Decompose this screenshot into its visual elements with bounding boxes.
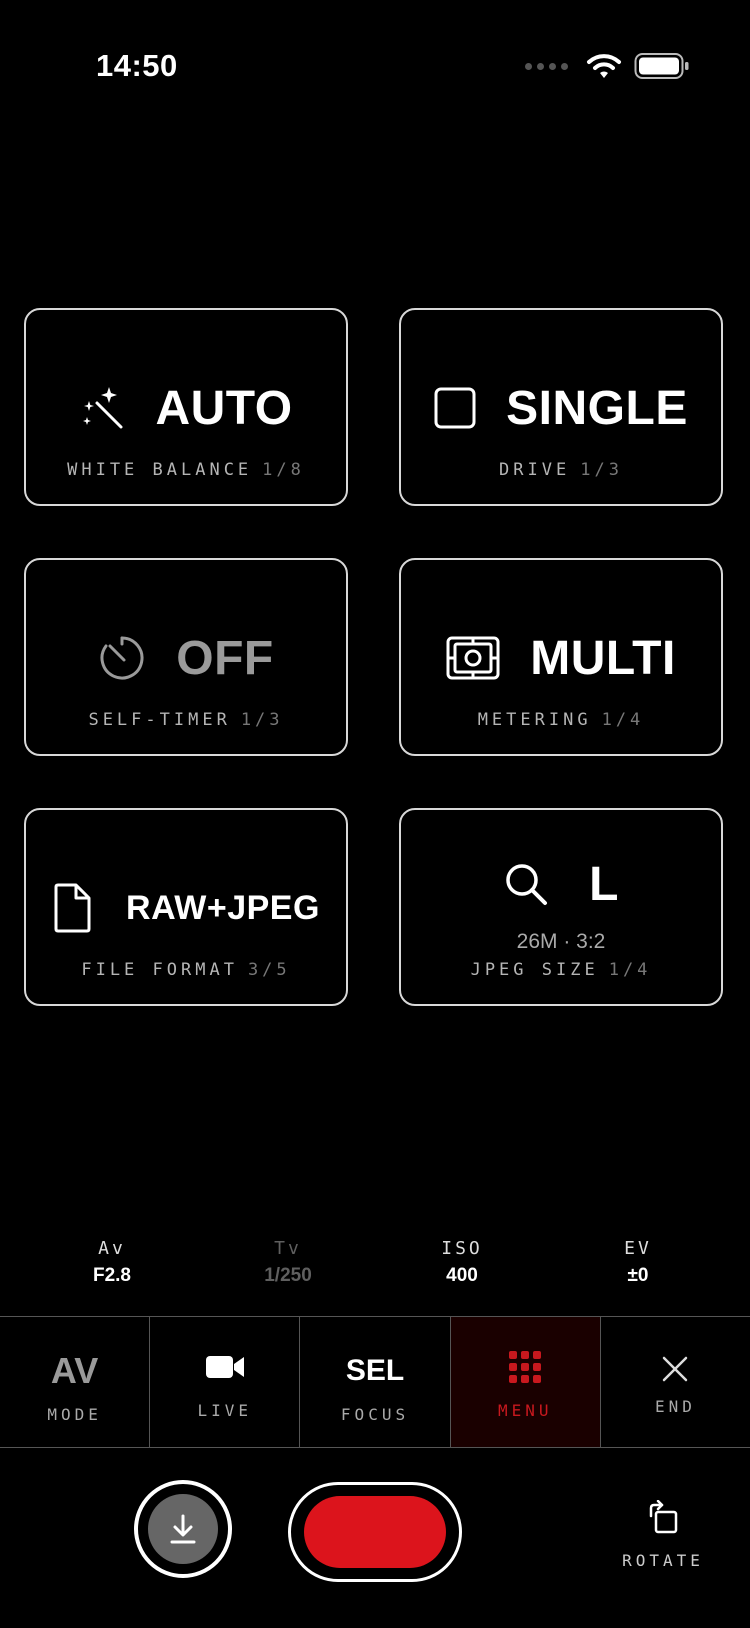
rotate-icon <box>649 1499 678 1534</box>
drive-value: SINGLE <box>506 381 688 435</box>
jpeg-size-value-row: L <box>401 844 721 924</box>
self-timer-label-text: SELF-TIMER <box>88 710 231 730</box>
metering-label-text: METERING <box>477 710 592 730</box>
self-timer-count: 1/3 <box>240 710 284 730</box>
file-format-count: 3/5 <box>247 960 291 980</box>
mode-button[interactable]: AV MODE <box>0 1317 151 1447</box>
jpeg-size-label-text: JPEG SIZE <box>470 960 599 980</box>
drive-label: DRIVE 1/3 <box>401 460 721 480</box>
focus-label: FOCUS <box>340 1405 410 1424</box>
close-icon <box>663 1356 688 1382</box>
metering-count: 1/4 <box>601 710 645 730</box>
jpeg-size-count: 1/4 <box>608 960 652 980</box>
download-icon <box>170 1514 196 1544</box>
file-format-value-row: RAW+JPEG <box>26 868 346 948</box>
jpeg-size-value: L <box>589 857 619 911</box>
exposure-av[interactable]: Av F2.8 <box>52 1238 172 1287</box>
focus-value: SEL <box>345 1354 405 1387</box>
metering-icon <box>446 636 500 680</box>
metering-label: METERING 1/4 <box>401 710 721 730</box>
exposure-tv-key: Tv <box>274 1238 302 1259</box>
jpeg-size-tile[interactable]: L 26M · 3:2 JPEG SIZE 1/4 <box>399 808 723 1006</box>
exposure-ev[interactable]: EV ±0 <box>578 1238 698 1287</box>
record-button-fill <box>304 1496 446 1568</box>
white-balance-count: 1/8 <box>262 460 305 480</box>
exposure-iso-value: 400 <box>446 1265 478 1286</box>
exposure-tv[interactable]: Tv 1/250 <box>228 1238 348 1287</box>
bottom-toolbar: AV MODE LIVE SEL FOCUS MENU END <box>0 1316 750 1448</box>
self-timer-tile[interactable]: OFF SELF-TIMER 1/3 <box>24 558 348 756</box>
exposure-iso-key: ISO <box>441 1238 483 1259</box>
magnifier-icon <box>506 864 548 905</box>
end-button[interactable]: END <box>601 1317 750 1447</box>
menu-button[interactable]: MENU <box>450 1317 601 1447</box>
focus-button[interactable]: SEL FOCUS <box>300 1317 451 1447</box>
download-button[interactable] <box>134 1480 232 1578</box>
white-balance-value-row: AUTO <box>26 368 346 448</box>
self-timer-value: OFF <box>176 631 274 685</box>
exposure-tv-value: 1/250 <box>264 1265 312 1286</box>
magic-wand-icon <box>83 387 123 429</box>
download-button-inner <box>148 1494 218 1564</box>
white-balance-label-text: WHITE BALANCE <box>67 460 253 480</box>
self-timer-value-row: OFF <box>26 618 346 698</box>
drive-label-text: DRIVE <box>499 460 571 480</box>
white-balance-label: WHITE BALANCE 1/8 <box>26 460 346 480</box>
status-time: 14:50 <box>96 48 178 83</box>
rotate-label: ROTATE <box>622 1551 704 1570</box>
drive-tile[interactable]: SINGLE DRIVE 1/3 <box>399 308 723 506</box>
white-balance-tile[interactable]: AUTO WHITE BALANCE 1/8 <box>24 308 348 506</box>
square-icon <box>434 387 476 429</box>
white-balance-value: AUTO <box>155 381 293 435</box>
video-camera-icon <box>205 1356 244 1378</box>
file-format-label-text: FILE FORMAT <box>81 960 238 980</box>
record-button[interactable] <box>288 1482 462 1582</box>
drive-value-row: SINGLE <box>401 368 721 448</box>
exposure-av-key: Av <box>98 1238 126 1259</box>
exposure-av-value: F2.8 <box>92 1265 132 1286</box>
exposure-iso[interactable]: ISO 400 <box>402 1238 522 1287</box>
file-format-tile[interactable]: RAW+JPEG FILE FORMAT 3/5 <box>24 808 348 1006</box>
end-label: END <box>654 1397 696 1416</box>
file-format-label: FILE FORMAT 3/5 <box>26 960 346 980</box>
grid-menu-icon <box>509 1351 542 1383</box>
drive-count: 1/3 <box>580 460 623 480</box>
metering-value: MULTI <box>530 631 676 685</box>
file-format-value: RAW+JPEG <box>126 888 320 927</box>
battery-icon <box>634 53 689 79</box>
live-button[interactable]: LIVE <box>150 1317 301 1447</box>
jpeg-size-sub: 26M · 3:2 <box>516 930 606 953</box>
shutter-row: ROTATE <box>0 1478 750 1588</box>
jpeg-size-label: JPEG SIZE 1/4 <box>401 960 721 980</box>
wifi-icon <box>587 54 621 78</box>
timer-icon <box>100 636 144 680</box>
live-label: LIVE <box>197 1401 253 1420</box>
rotate-button[interactable]: ROTATE <box>618 1499 708 1570</box>
mode-label: MODE <box>47 1405 102 1424</box>
self-timer-label: SELF-TIMER 1/3 <box>26 710 346 730</box>
document-icon <box>54 883 91 933</box>
status-icons <box>525 52 690 80</box>
menu-label: MENU <box>497 1401 553 1420</box>
signal-dots-icon <box>525 62 568 70</box>
exposure-ev-value: ±0 <box>627 1265 649 1286</box>
metering-tile[interactable]: MULTI METERING 1/4 <box>399 558 723 756</box>
metering-value-row: MULTI <box>401 618 721 698</box>
mode-value: AV <box>50 1350 99 1391</box>
exposure-ev-key: EV <box>624 1238 652 1259</box>
